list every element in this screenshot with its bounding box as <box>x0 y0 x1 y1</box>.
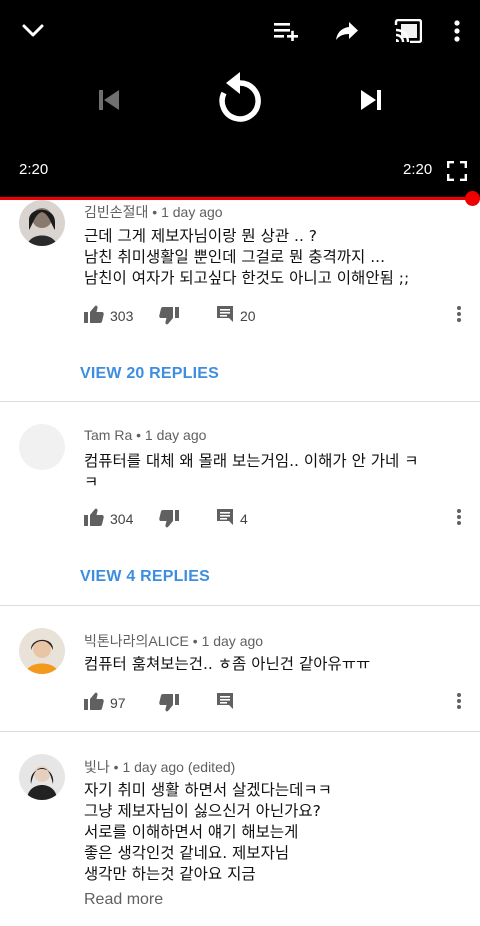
replay-icon[interactable] <box>214 70 266 126</box>
comment-author[interactable]: 빅톤나라의ALICE <box>84 633 189 649</box>
comment-text: 컴퓨터를 대체 왜 몰래 보는거임.. 이해가 안 가네 ㅋ ㅋ <box>84 452 419 491</box>
comment-text: 자기 취미 생활 하면서 살겠다는데ㅋㅋ 그냥 제보자님이 싫으신거 아닌가요?… <box>84 781 332 883</box>
comment-item: 김빈손절대 • 1 day ago 근데 그게 제보자님이랑 뭔 상관 .. ?… <box>0 200 480 400</box>
comment-meta: Tam Ra • 1 day ago <box>84 427 207 443</box>
share-icon[interactable] <box>334 19 360 43</box>
duration: 2:20 <box>403 161 433 178</box>
more-vert-icon[interactable] <box>457 692 461 714</box>
avatar[interactable] <box>19 628 65 674</box>
like-count: 304 <box>110 511 134 527</box>
comment-author[interactable]: 김빈손절대 <box>84 204 148 220</box>
comment-actions: 97 <box>84 692 480 716</box>
reply-count: 4 <box>240 511 248 527</box>
thumbs-down-icon <box>159 694 179 716</box>
comment-icon <box>216 508 234 530</box>
comment-item: Tam Ra • 1 day ago 컴퓨터를 대체 왜 몰래 보는거임.. 이… <box>0 402 480 605</box>
comment-text: 컴퓨터 훔쳐보는건.. ㅎ좀 아닌건 같아유ㅠㅠ <box>84 655 371 673</box>
cast-icon[interactable] <box>393 17 423 45</box>
chevron-down-icon[interactable] <box>20 19 46 43</box>
comment-author[interactable]: Tam Ra <box>84 427 132 443</box>
dislike-button[interactable] <box>159 694 179 716</box>
thumbs-down-icon <box>159 510 179 532</box>
skip-previous-icon[interactable] <box>95 86 123 114</box>
video-player[interactable]: 2:20 2:20 <box>0 0 480 206</box>
comment-item: 빛나 • 1 day ago (edited) 자기 취미 생활 하면서 살겠다… <box>0 732 480 926</box>
more-vert-icon[interactable] <box>450 18 464 44</box>
more-vert-icon[interactable] <box>457 305 461 327</box>
view-replies-link[interactable]: VIEW 4 REPLIES <box>80 568 210 586</box>
comment-icon <box>216 305 234 327</box>
avatar[interactable] <box>19 200 65 246</box>
comment-meta: 빅톤나라의ALICE • 1 day ago <box>84 633 264 649</box>
thumbs-up-icon <box>84 508 104 530</box>
comment-icon <box>216 692 234 714</box>
add-to-queue-icon[interactable] <box>272 19 300 43</box>
comment-time: 1 day ago <box>144 427 207 443</box>
like-count: 97 <box>110 695 126 711</box>
reply-button[interactable] <box>216 692 234 714</box>
fullscreen-icon[interactable] <box>446 160 468 182</box>
current-time: 2:20 <box>19 161 49 178</box>
thumbs-up-icon <box>84 692 104 714</box>
reply-button[interactable]: 20 <box>216 305 256 327</box>
skip-next-icon[interactable] <box>357 86 385 114</box>
thumbs-down-icon <box>159 307 179 329</box>
comment-item: 빅톤나라의ALICE • 1 day ago 컴퓨터 훔쳐보는건.. ㅎ좀 아닌… <box>0 606 480 731</box>
thumbs-up-icon <box>84 305 104 327</box>
read-more-link[interactable]: Read more <box>84 891 163 909</box>
comment-actions: 303 20 <box>84 305 480 329</box>
reply-button[interactable]: 4 <box>216 508 248 530</box>
comment-meta: 빛나 • 1 day ago (edited) <box>84 759 236 775</box>
comment-actions: 304 4 <box>84 508 480 532</box>
comment-meta: 김빈손절대 • 1 day ago <box>84 204 223 220</box>
dislike-button[interactable] <box>159 307 179 329</box>
view-replies-link[interactable]: VIEW 20 REPLIES <box>80 365 219 383</box>
like-button[interactable]: 97 <box>84 692 126 714</box>
dislike-button[interactable] <box>159 510 179 532</box>
like-button[interactable]: 303 <box>84 305 133 327</box>
more-vert-icon[interactable] <box>457 508 461 530</box>
comment-time: 1 day ago <box>201 633 264 649</box>
reply-count: 20 <box>240 308 256 324</box>
avatar[interactable] <box>19 754 65 800</box>
comment-text: 근데 그게 제보자님이랑 뭔 상관 .. ? 남친 취미생활일 뿐인데 그걸로 … <box>84 227 410 287</box>
comment-author[interactable]: 빛나 <box>84 759 110 775</box>
comment-time: 1 day ago (edited) <box>122 759 236 775</box>
like-button[interactable]: 304 <box>84 508 133 530</box>
avatar[interactable] <box>19 424 65 470</box>
comment-time: 1 day ago <box>161 204 223 220</box>
like-count: 303 <box>110 308 134 324</box>
